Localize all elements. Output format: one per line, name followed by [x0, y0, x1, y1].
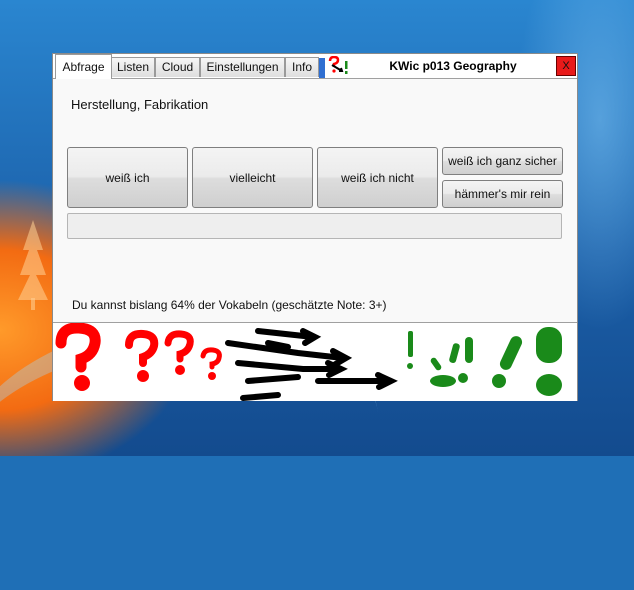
- know-sure-button[interactable]: weiß ich ganz sicher: [442, 147, 563, 175]
- app-window: Abfrage Listen Cloud Einstellungen Info …: [52, 53, 578, 401]
- tab-scroll-indicator: [319, 58, 325, 78]
- dont-know-button[interactable]: weiß ich nicht: [317, 147, 438, 208]
- question-text: Herstellung, Fabrikation: [71, 97, 209, 112]
- tab-info[interactable]: Info: [285, 57, 319, 77]
- progress-status-text: Du kannst bislang 64% der Vokabeln (gesc…: [72, 298, 387, 312]
- banner-graphic: [53, 323, 577, 401]
- skip-button[interactable]: hämmer's mir rein: [442, 180, 563, 208]
- question-marks-icon: [55, 323, 222, 373]
- window-title: KWic p013 Geography: [389, 59, 517, 73]
- close-button[interactable]: X: [556, 56, 576, 76]
- maybe-button[interactable]: vielleicht: [192, 147, 313, 208]
- arrows-icon: [225, 328, 398, 401]
- tab-listen[interactable]: Listen: [111, 57, 155, 77]
- tab-einstellungen[interactable]: Einstellungen: [200, 57, 285, 77]
- banner-art: [55, 323, 562, 401]
- abfrage-panel: Herstellung, Fabrikation weiß ich vielle…: [53, 79, 577, 323]
- exclamation-marks-icon: [407, 327, 562, 396]
- tab-abfrage[interactable]: Abfrage: [55, 54, 112, 79]
- question-arrow-exclamation-icon: [328, 56, 348, 74]
- tab-cloud[interactable]: Cloud: [155, 57, 200, 77]
- desktop-tree-graphic: [18, 220, 48, 310]
- answer-field[interactable]: [67, 213, 562, 239]
- know-button[interactable]: weiß ich: [67, 147, 188, 208]
- tab-bar: Abfrage Listen Cloud Einstellungen Info …: [53, 54, 577, 79]
